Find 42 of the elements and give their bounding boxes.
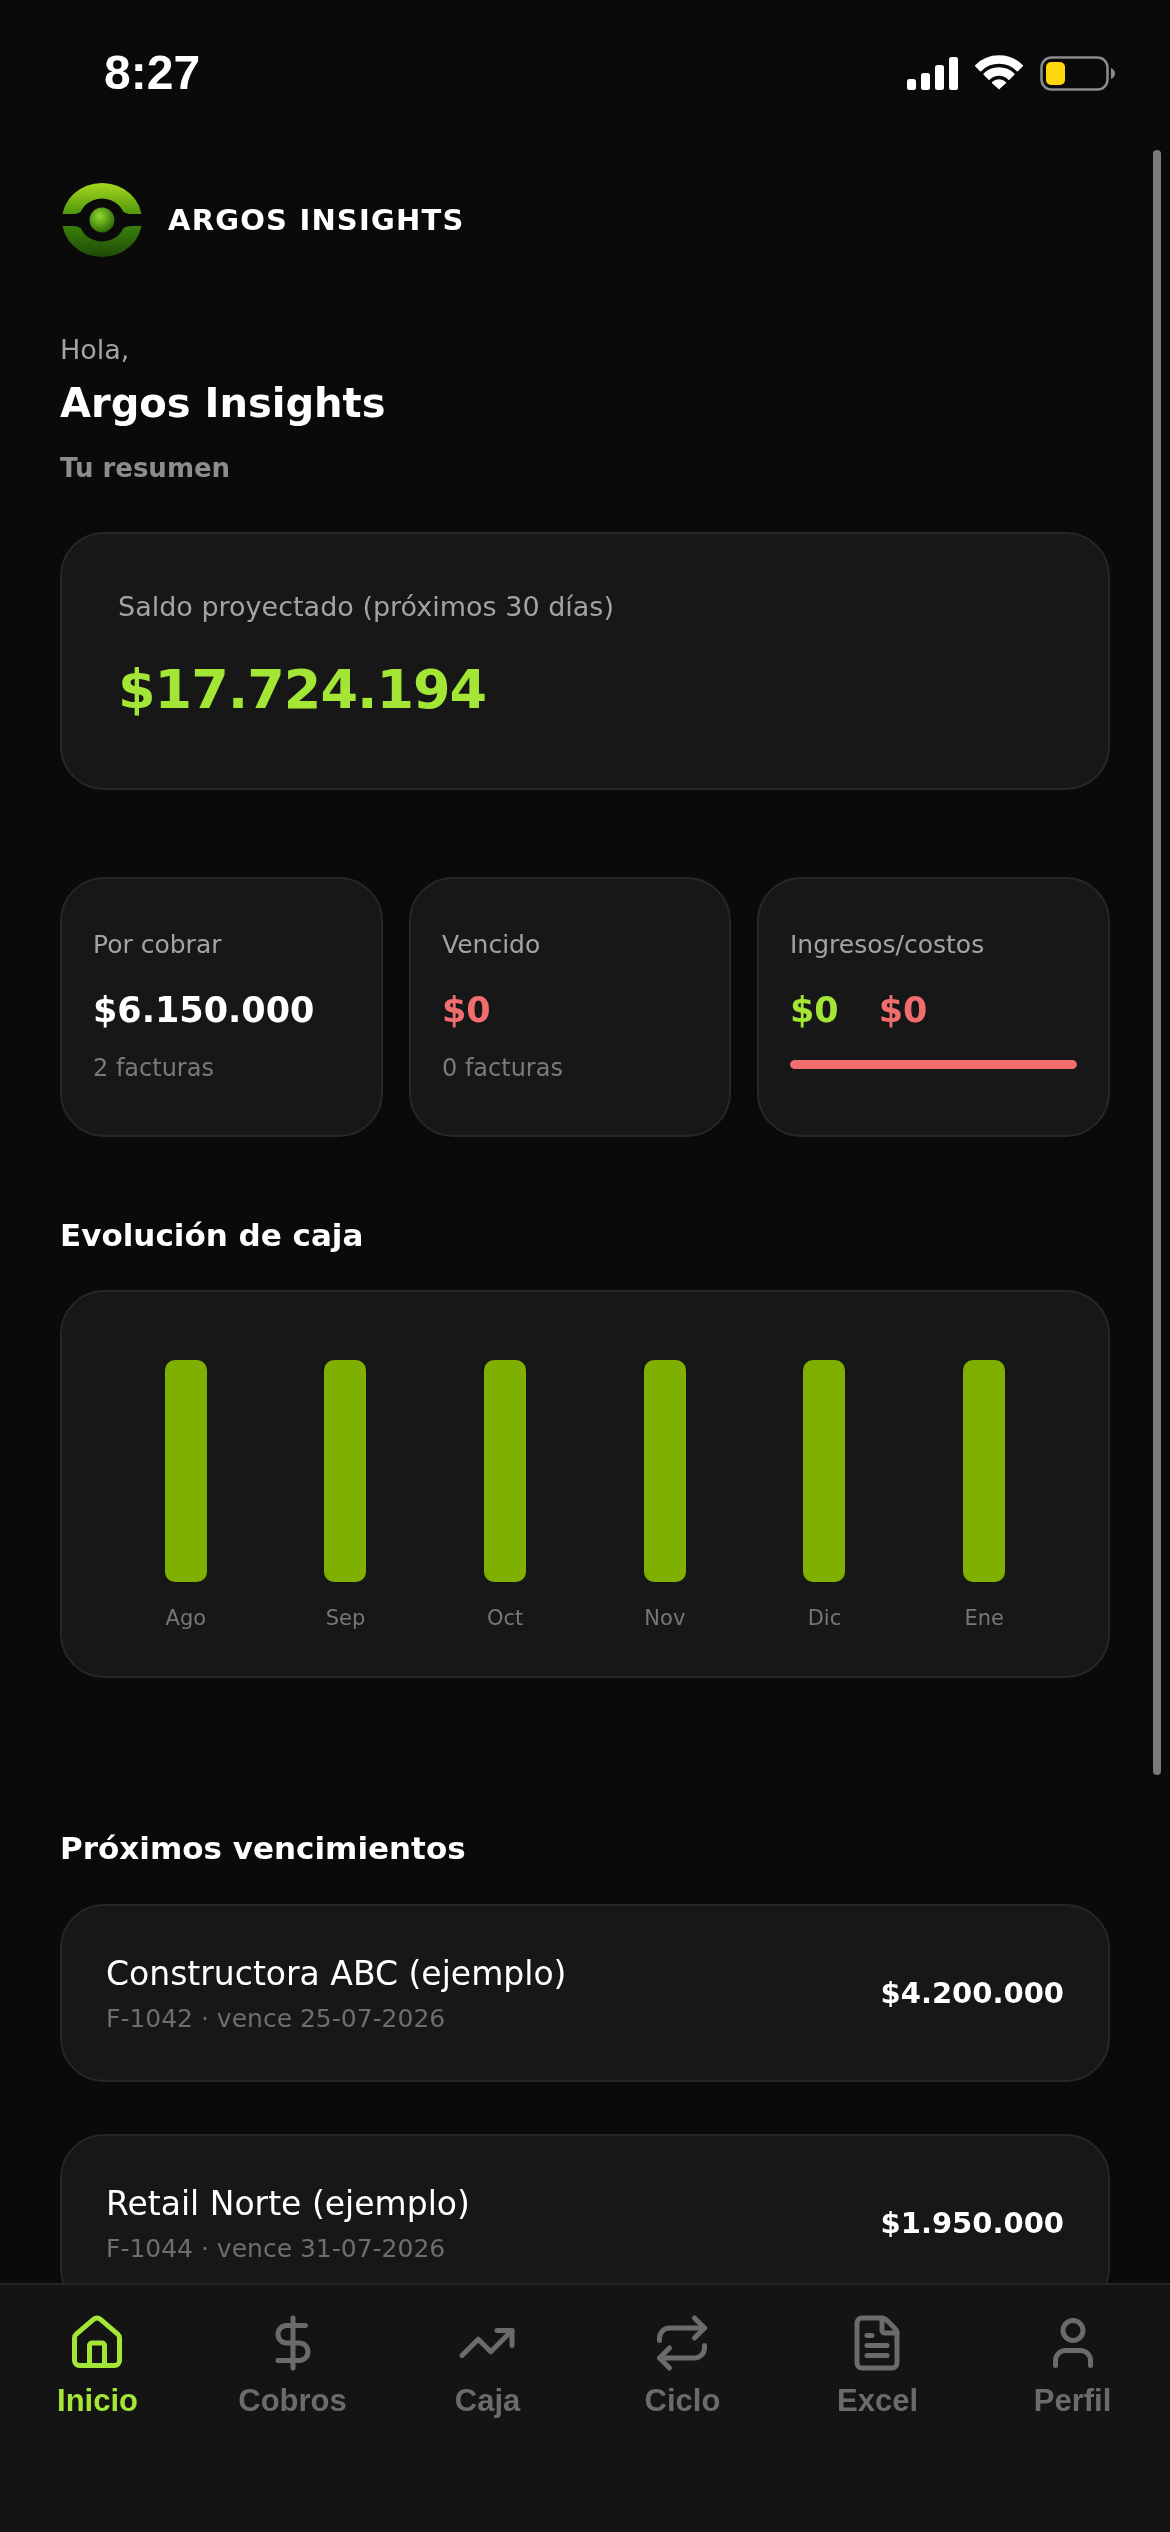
- invoice-amount: $1.950.000: [880, 2205, 1064, 2242]
- month-label: Ago: [165, 1605, 207, 1632]
- nav-tab[interactable]: Caja: [454, 2313, 521, 2419]
- client-name: Constructora ABC (ejemplo): [106, 1953, 567, 1995]
- eye-logo-icon: [62, 183, 142, 257]
- nav-tab[interactable]: Ciclo: [644, 2313, 721, 2419]
- balance-label: Saldo proyectado (próximos 30 días): [118, 590, 614, 624]
- user-name: Argos Insights: [60, 379, 386, 428]
- section-title: Próximos vencimientos: [60, 1829, 466, 1868]
- nav-tab[interactable]: Perfil: [1033, 2313, 1112, 2419]
- invoice-amount: $4.200.000: [880, 1975, 1064, 2012]
- stat-value: $0: [878, 989, 928, 1032]
- section-title: Evolución de caja: [60, 1216, 364, 1255]
- stat-value: $0: [790, 989, 839, 1032]
- balance-value: $17.724.194: [118, 657, 487, 723]
- invoice-detail: F-1044 · vence 31-07-2026: [106, 2233, 446, 2265]
- month-label: Oct: [487, 1605, 524, 1632]
- battery-icon: [1040, 55, 1115, 91]
- invoice-card[interactable]: Retail Norte (ejemplo) F-1044 · vence 31-07-2026 $1.950.000: [60, 2134, 1110, 2283]
- month-label: Nov: [644, 1605, 686, 1632]
- stat-value: $6.150.000: [93, 989, 315, 1032]
- stat-note: 0 facturas: [442, 1053, 563, 1084]
- greeting-text: Hola,: [60, 333, 130, 367]
- nav-tab[interactable]: Cobros: [238, 2313, 347, 2419]
- client-name: Retail Norte (ejemplo): [106, 2183, 470, 2225]
- nav-tab[interactable]: Excel: [837, 2313, 918, 2419]
- month-label: Sep: [325, 1605, 366, 1632]
- stat-label: Ingresos/costos: [790, 929, 985, 961]
- month-label: Dic: [807, 1605, 842, 1632]
- stat-label: Por cobrar: [93, 929, 222, 961]
- signal-icon: [907, 56, 958, 90]
- status-time: 8:27: [104, 49, 201, 97]
- month-label: Ene: [964, 1605, 1004, 1632]
- summary-subtitle: Tu resumen: [60, 452, 231, 485]
- invoice-detail: F-1042 · vence 25-07-2026: [106, 2003, 446, 2035]
- nav-tab[interactable]: Inicio: [57, 2313, 138, 2419]
- stat-label: Vencido: [442, 929, 541, 961]
- stat-value: $0: [442, 989, 491, 1032]
- invoice-card[interactable]: Constructora ABC (ejemplo) F-1042 · vence 25-07-2026 $4.200.000: [60, 1904, 1110, 2082]
- app-name: ARGOS INSIGHTS: [168, 203, 465, 237]
- stat-note: 2 facturas: [93, 1053, 214, 1084]
- wifi-icon: [975, 55, 1023, 91]
